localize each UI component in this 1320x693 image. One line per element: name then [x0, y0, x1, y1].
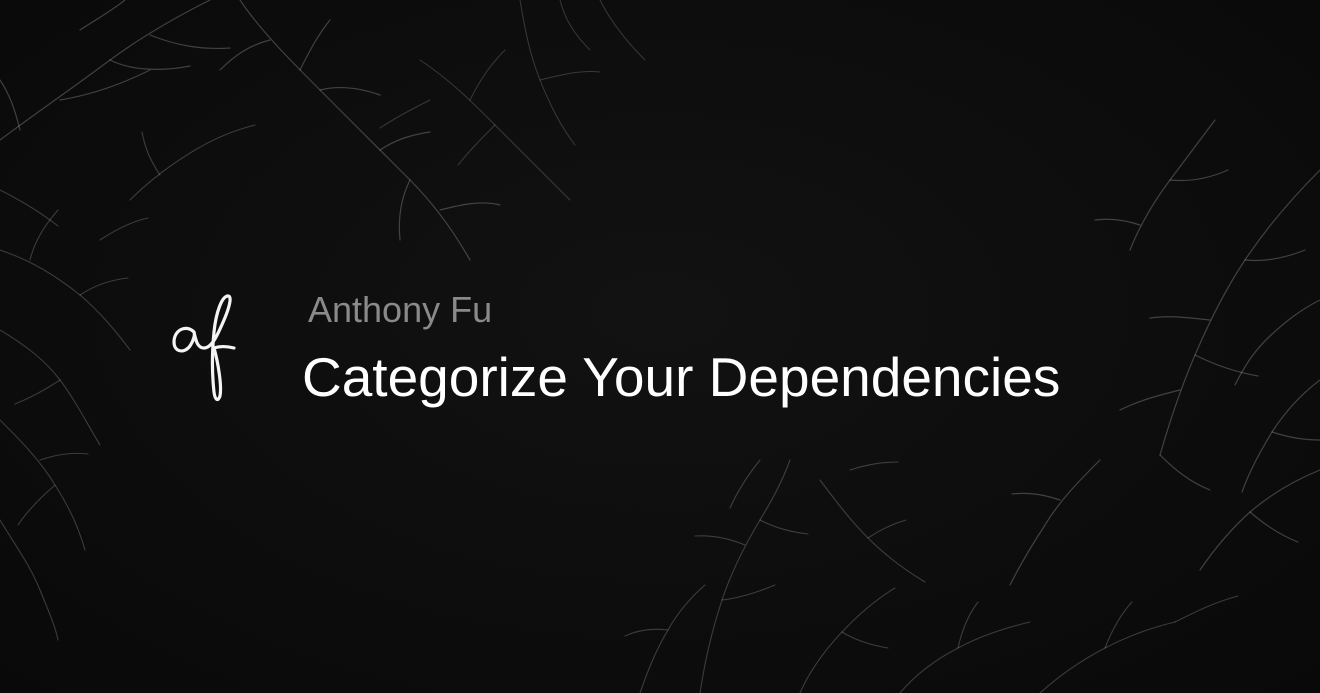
author-name: Anthony Fu [308, 289, 493, 330]
og-card: Anthony Fu Categorize Your Dependencies [0, 0, 1320, 693]
af-signature-logo-icon [172, 294, 236, 402]
post-title: Categorize Your Dependencies [302, 346, 1061, 408]
